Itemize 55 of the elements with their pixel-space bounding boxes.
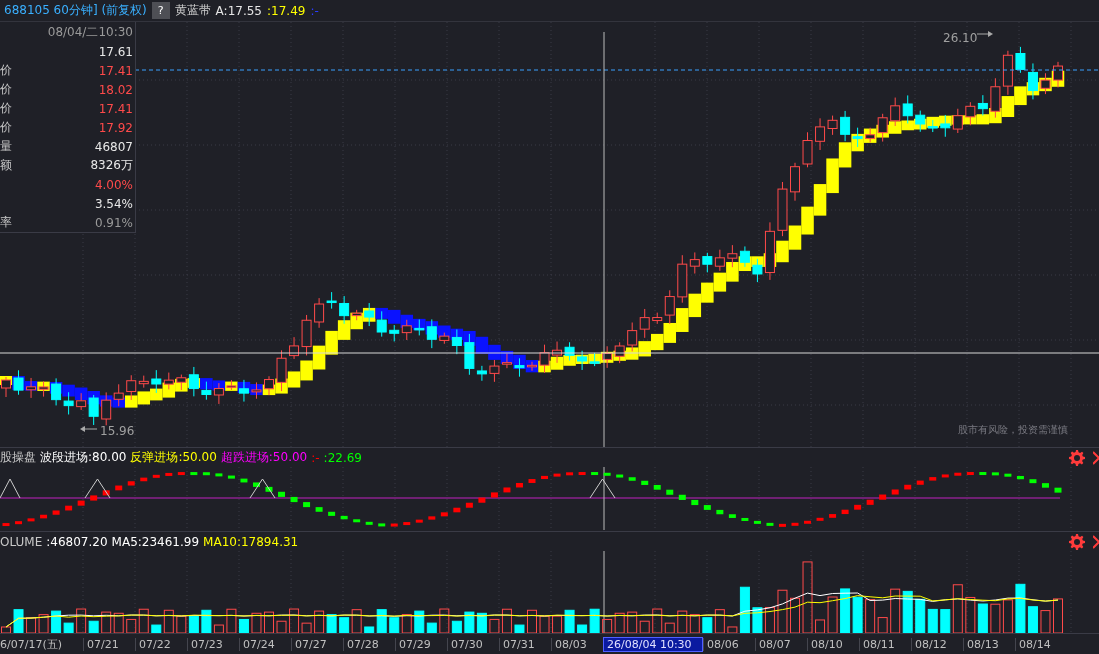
info-label: 量 bbox=[0, 138, 12, 155]
date-label: 07/24 bbox=[239, 637, 291, 651]
indicator-value: :- bbox=[310, 3, 319, 18]
date-label: 07/27 bbox=[291, 637, 343, 651]
indicator-value: :- bbox=[311, 450, 320, 465]
info-label: 价 bbox=[0, 62, 12, 79]
risk-disclaimer: 股市有风险，投资需谨慎 bbox=[958, 424, 1068, 435]
low-price-label: 15.96 bbox=[100, 424, 135, 438]
info-value: 17.41 bbox=[98, 63, 133, 78]
date-label: 07/22 bbox=[135, 637, 187, 651]
date-label: 07/30 bbox=[447, 637, 499, 651]
info-value: 08/04/二10:30 bbox=[47, 24, 133, 41]
date-label: 08/06 bbox=[703, 637, 755, 651]
info-value: 17.92 bbox=[98, 120, 133, 135]
help-button[interactable]: ? bbox=[151, 2, 170, 19]
info-label: 率 bbox=[0, 214, 12, 231]
info-value: 17.41 bbox=[98, 101, 133, 116]
info-label: 价 bbox=[0, 81, 12, 98]
indicator-value: 超跌进场:50.00 bbox=[220, 449, 308, 466]
indicator-value: 反弹进场:50.00 bbox=[130, 449, 217, 466]
volume-value: :46807.20 bbox=[46, 534, 108, 549]
date-label: 07/23 bbox=[187, 637, 239, 651]
indicator-value: 波段进场:80.00 bbox=[40, 449, 127, 466]
date-label: 08/14 bbox=[1015, 637, 1067, 651]
date-label: 08/11 bbox=[859, 637, 911, 651]
info-value: 4.00% bbox=[94, 177, 133, 192]
info-value: 46807 bbox=[94, 139, 133, 154]
date-label: 08/07 bbox=[755, 637, 807, 651]
info-label: 额 bbox=[0, 157, 12, 174]
chart-title: 688105 60分钟] (前复权) bbox=[4, 2, 147, 19]
info-value: 18.02 bbox=[98, 82, 133, 97]
date-label: 08/10 bbox=[807, 637, 859, 651]
date-label: 26/08/04 10:30 bbox=[603, 636, 703, 652]
info-value: 8326万 bbox=[90, 157, 133, 174]
info-value: 0.91% bbox=[94, 215, 133, 230]
volume-value: MA5:23461.99 bbox=[111, 534, 200, 549]
info-value: 17.61 bbox=[98, 44, 133, 59]
date-label: 07/21 bbox=[83, 637, 135, 651]
volume-label: OLUME bbox=[0, 534, 43, 549]
indicator-value: :17.49 bbox=[267, 3, 306, 18]
date-label: 07/28 bbox=[343, 637, 395, 651]
high-price-label: 26.10 bbox=[943, 31, 978, 45]
date-label: 08/13 bbox=[963, 637, 1015, 651]
info-label: 价 bbox=[0, 100, 12, 117]
date-label: 6/07/17(五) bbox=[0, 636, 63, 652]
date-label: 07/29 bbox=[395, 637, 447, 651]
volume-value: MA10:17894.31 bbox=[203, 534, 299, 549]
info-value: 3.54% bbox=[94, 196, 133, 211]
date-label: 08/12 bbox=[911, 637, 963, 651]
indicator-value: :22.69 bbox=[323, 450, 362, 465]
date-label: 07/31 bbox=[499, 637, 551, 651]
indicator-name: 黄蓝带 bbox=[174, 2, 211, 19]
indicator-name: 股操盘 bbox=[0, 449, 36, 466]
indicator-value: A:17.55 bbox=[215, 3, 262, 18]
info-label: 价 bbox=[0, 119, 12, 136]
